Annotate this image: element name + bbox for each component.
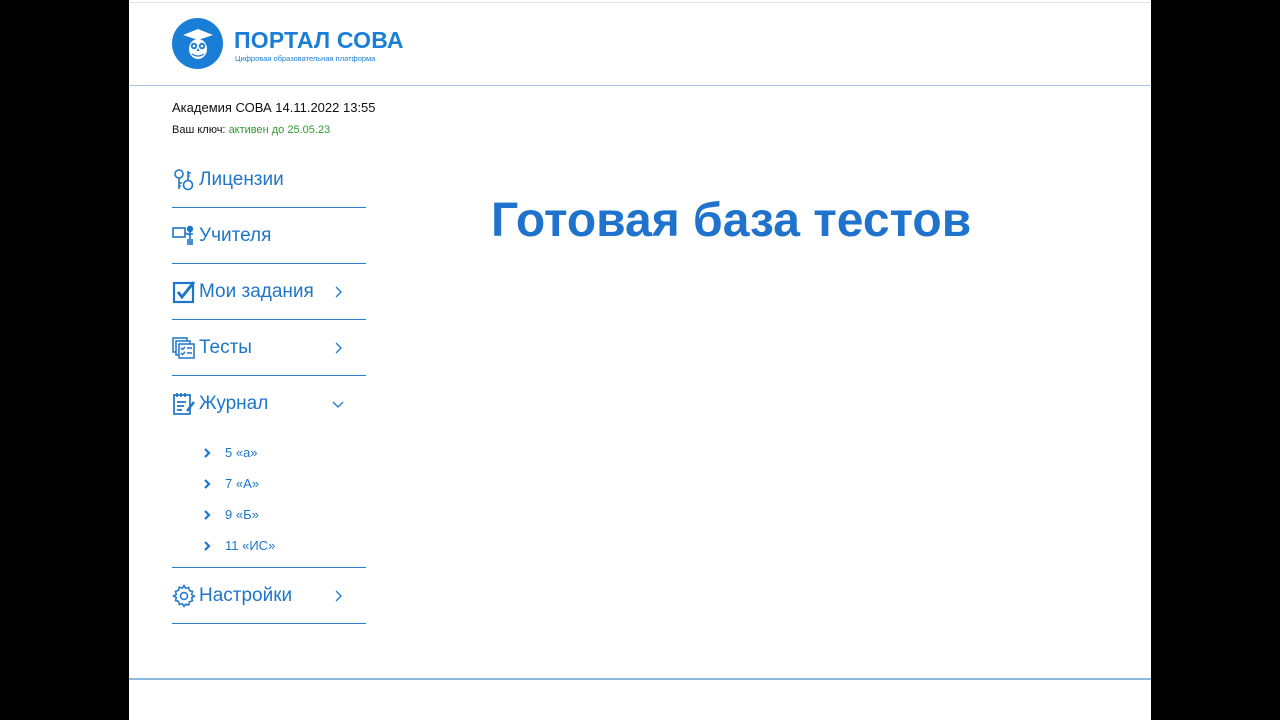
journal-class-list: 5 «а» 7 «А» 9 «Б» 11 «ИС» xyxy=(172,431,366,568)
owl-icon[interactable] xyxy=(172,18,223,69)
menu-item-my-tasks[interactable]: Мои задания xyxy=(172,264,366,320)
brand-title: ПОРТАЛ СОВА xyxy=(234,27,404,53)
org-datetime: Академия СОВА 14.11.2022 13:55 xyxy=(172,100,376,115)
journal-class-item[interactable]: 7 «А» xyxy=(172,468,366,499)
keys-icon xyxy=(172,168,196,192)
gear-icon xyxy=(172,583,196,608)
journal-class-item[interactable]: 5 «а» xyxy=(172,437,366,468)
brand-subtitle: Цифровая образовательная платформа xyxy=(235,54,376,63)
checkbox-icon xyxy=(172,280,196,304)
chevron-right-icon xyxy=(204,447,211,458)
key-label: Ваш ключ: xyxy=(172,124,226,136)
page-title: Готовая база тестов xyxy=(491,194,972,247)
chevron-right-icon xyxy=(204,509,211,520)
key-status-line: Ваш ключ: активен до 25.05.23 xyxy=(172,124,330,136)
menu-label-licenses: Лицензии xyxy=(199,168,284,190)
menu-label-teachers: Учителя xyxy=(199,224,272,246)
chevron-right-icon xyxy=(204,540,211,551)
journal-class-label: 5 «а» xyxy=(225,445,258,460)
chevron-right-icon xyxy=(204,478,211,489)
bottom-divider xyxy=(129,678,1151,680)
menu-item-licenses[interactable]: Лицензии xyxy=(172,152,366,208)
menu-label-settings: Настройки xyxy=(199,584,293,606)
journal-class-label: 11 «ИС» xyxy=(225,538,276,553)
journal-class-item[interactable]: 11 «ИС» xyxy=(172,530,366,561)
key-status: активен до 25.05.23 xyxy=(228,124,331,136)
menu-label-tests: Тесты xyxy=(199,336,252,358)
teacher-board-icon xyxy=(172,224,196,248)
chevron-right-icon[interactable] xyxy=(332,342,344,354)
header: ПОРТАЛ СОВА Цифровая образовательная пла… xyxy=(129,3,1151,86)
menu-label-my-tasks: Мои задания xyxy=(199,280,314,302)
tests-icon xyxy=(172,336,196,360)
slide: ПОРТАЛ СОВА Цифровая образовательная пла… xyxy=(129,0,1151,720)
journal-class-label: 7 «А» xyxy=(225,476,259,491)
journal-class-item[interactable]: 9 «Б» xyxy=(172,499,366,530)
chevron-down-icon[interactable] xyxy=(332,398,344,410)
menu-label-journal: Журнал xyxy=(199,392,269,414)
chevron-right-icon[interactable] xyxy=(332,286,344,298)
chevron-right-icon[interactable] xyxy=(332,590,344,602)
menu-item-settings[interactable]: Настройки xyxy=(172,568,366,624)
journal-icon xyxy=(172,392,196,416)
journal-class-label: 9 «Б» xyxy=(225,507,259,522)
sidebar-menu: Лицензии Учителя Мои задания Тесты Журна… xyxy=(172,152,366,624)
menu-item-journal[interactable]: Журнал xyxy=(172,376,366,431)
menu-item-teachers[interactable]: Учителя xyxy=(172,208,366,264)
menu-item-tests[interactable]: Тесты xyxy=(172,320,366,376)
